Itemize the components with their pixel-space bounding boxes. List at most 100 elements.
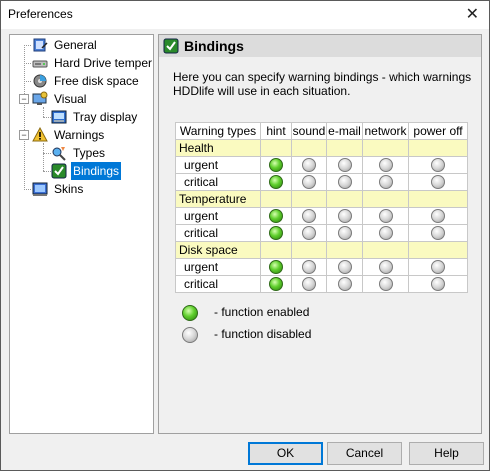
category-cell <box>326 139 363 157</box>
bindings-panel: Bindings Here you can specify warning bi… <box>158 34 482 434</box>
category-row: Disk space <box>175 241 468 259</box>
disabled-toggle-icon[interactable] <box>431 158 445 173</box>
category-cell <box>408 241 468 259</box>
column-header: network <box>362 122 409 140</box>
window-title: Preferences <box>8 7 73 21</box>
row-label: critical <box>175 173 261 191</box>
disabled-toggle-icon[interactable] <box>431 209 445 224</box>
disabled-toggle-icon[interactable] <box>378 226 393 241</box>
settings-tree[interactable]: − − General Hard Drive temper Free disk … <box>9 34 154 434</box>
tree-connector <box>43 107 44 117</box>
types-icon <box>52 147 66 161</box>
skins-icon <box>32 182 48 196</box>
disabled-toggle-icon[interactable] <box>302 158 316 173</box>
legend-enabled: - function enabled <box>182 305 309 321</box>
binding-row: urgent <box>175 207 468 225</box>
panel-header: Bindings <box>159 35 481 57</box>
tree-item-label: Bindings <box>71 162 122 180</box>
disabled-toggle-icon[interactable] <box>302 175 316 190</box>
disabled-toggle-icon[interactable] <box>378 260 393 275</box>
column-header: power off <box>408 122 468 140</box>
category-cell <box>260 190 292 208</box>
disabled-toggle-icon[interactable] <box>431 226 445 241</box>
cancel-button[interactable]: Cancel <box>327 442 402 465</box>
preferences-window: Preferences ✕ − − General Hard Drive tem… <box>0 0 490 471</box>
enabled-toggle-icon[interactable] <box>269 277 283 292</box>
category-cell <box>326 190 363 208</box>
binding-row: critical <box>175 173 468 191</box>
disabled-toggle-icon[interactable] <box>337 226 352 241</box>
enabled-toggle-icon[interactable] <box>269 175 283 190</box>
category-cell <box>408 139 468 157</box>
collapse-visual-toggle[interactable]: − <box>19 94 29 104</box>
binding-cell <box>260 258 292 276</box>
disabled-toggle-icon[interactable] <box>431 277 445 292</box>
column-header: sound <box>291 122 327 140</box>
disabled-toggle-icon[interactable] <box>302 209 316 224</box>
binding-cell <box>260 224 292 242</box>
disabled-toggle-icon[interactable] <box>431 260 445 275</box>
binding-cell <box>362 275 409 293</box>
category-cell <box>326 241 363 259</box>
binding-cell <box>260 275 292 293</box>
grid-header-row: Warning types hint sound e-mail network … <box>175 122 468 140</box>
binding-cell <box>260 207 292 225</box>
bindings-grid: Warning types hint sound e-mail network … <box>175 122 468 293</box>
disabled-toggle-icon[interactable] <box>378 277 393 292</box>
binding-cell <box>326 156 363 174</box>
legend-disabled-label: - function disabled <box>214 327 312 341</box>
binding-cell <box>291 258 327 276</box>
legend-disabled: - function disabled <box>182 327 311 343</box>
category-cell <box>362 139 409 157</box>
disabled-toggle-icon[interactable] <box>337 277 352 292</box>
collapse-warnings-toggle[interactable]: − <box>19 130 29 140</box>
tree-item-label: General <box>54 38 97 52</box>
binding-cell <box>291 156 327 174</box>
help-button[interactable]: Help <box>409 442 484 465</box>
title-bar: Preferences ✕ <box>1 1 489 29</box>
disabled-toggle-icon[interactable] <box>302 226 316 241</box>
legend-enabled-label: - function enabled <box>214 305 310 319</box>
binding-cell <box>291 207 327 225</box>
enabled-toggle-icon[interactable] <box>269 260 283 275</box>
category-cell <box>260 241 292 259</box>
disabled-toggle-icon[interactable] <box>378 175 393 190</box>
enabled-toggle-icon[interactable] <box>269 209 283 224</box>
binding-cell <box>408 224 468 242</box>
disabled-toggle-icon[interactable] <box>302 260 316 275</box>
ok-button[interactable]: OK <box>248 442 323 465</box>
category-cell <box>291 190 327 208</box>
binding-cell <box>408 207 468 225</box>
tree-connector <box>24 81 31 82</box>
tree-item-label: Tray display <box>73 110 138 124</box>
category-cell <box>408 190 468 208</box>
binding-cell <box>326 224 363 242</box>
row-label: critical <box>175 275 261 293</box>
column-header: hint <box>260 122 292 140</box>
tree-item-label: Free disk space <box>54 74 139 88</box>
disabled-toggle-icon[interactable] <box>337 260 352 275</box>
binding-cell <box>326 173 363 191</box>
disabled-toggle-icon[interactable] <box>337 158 352 173</box>
close-button[interactable]: ✕ <box>466 4 479 24</box>
row-label: critical <box>175 224 261 242</box>
disabled-toggle-icon[interactable] <box>302 277 316 292</box>
disabled-toggle-icon[interactable] <box>431 175 445 190</box>
tree-connector <box>24 189 31 190</box>
column-header: Warning types <box>175 122 261 140</box>
tree-item-label: Visual <box>54 92 87 106</box>
enabled-toggle-icon[interactable] <box>269 226 283 241</box>
tree-item-label: Warnings <box>54 128 105 142</box>
panel-title: Bindings <box>184 38 244 54</box>
disabled-toggle-icon[interactable] <box>337 175 352 190</box>
disabled-toggle-icon[interactable] <box>378 209 393 224</box>
binding-cell <box>291 224 327 242</box>
enabled-toggle-icon[interactable] <box>269 158 283 173</box>
visual-icon <box>32 91 48 105</box>
category-row: Health <box>175 139 468 157</box>
tree-item-label: Types <box>73 146 106 160</box>
category-row: Temperature <box>175 190 468 208</box>
disabled-toggle-icon[interactable] <box>378 158 393 173</box>
disabled-toggle-icon[interactable] <box>337 209 352 224</box>
tree-connector <box>24 45 31 46</box>
